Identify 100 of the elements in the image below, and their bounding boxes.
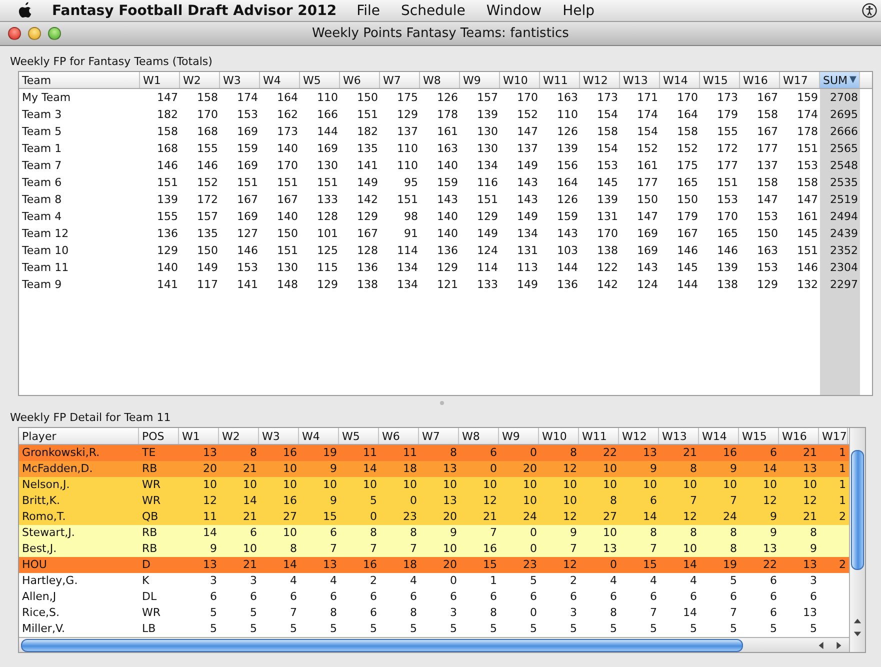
column-header[interactable]: W5 bbox=[300, 72, 340, 88]
table-cell-text: 169 bbox=[636, 243, 659, 259]
column-header[interactable]: W13 bbox=[620, 72, 660, 88]
column-header[interactable]: W4 bbox=[260, 72, 300, 88]
column-header[interactable]: W15 bbox=[739, 428, 779, 444]
table-cell-text: 129 bbox=[356, 209, 379, 225]
left-arrow-icon[interactable] bbox=[817, 640, 826, 650]
table-cell-text: 149 bbox=[516, 277, 539, 293]
table-cell-text: 8 bbox=[689, 525, 698, 541]
table-cell-text: 8 bbox=[369, 525, 378, 541]
column-header[interactable]: POS bbox=[139, 428, 179, 444]
column-header[interactable]: W6 bbox=[340, 72, 380, 88]
column-header[interactable]: W1 bbox=[140, 72, 180, 88]
table-cell-text: 14 bbox=[682, 605, 698, 621]
table-cell-text: 146 bbox=[716, 243, 739, 259]
table-cell-text: 15 bbox=[642, 557, 658, 573]
up-arrow-icon[interactable] bbox=[853, 617, 862, 626]
column-header[interactable]: W16 bbox=[740, 72, 780, 88]
column-header[interactable]: W7 bbox=[380, 72, 420, 88]
table-cell-text: 5 bbox=[209, 605, 218, 621]
table-cell-text: LB bbox=[141, 621, 157, 637]
apple-logo-icon[interactable] bbox=[18, 2, 33, 19]
table-cell-text: Team 9 bbox=[21, 277, 63, 293]
table-cell-text: 6 bbox=[769, 589, 778, 605]
column-header[interactable]: W11 bbox=[540, 72, 580, 88]
table-cell-text: 146 bbox=[236, 243, 259, 259]
column-header[interactable]: W16 bbox=[779, 428, 819, 444]
column-header[interactable]: W7 bbox=[419, 428, 459, 444]
column-header[interactable]: Player bbox=[19, 428, 139, 444]
table-cell-text: 16 bbox=[482, 541, 498, 557]
table-cell-text: 5 bbox=[249, 621, 258, 637]
table-cell-text: 146 bbox=[676, 243, 699, 259]
table-cell-text: 6 bbox=[249, 589, 258, 605]
table-cell-text: Britt,K. bbox=[21, 493, 61, 509]
accessibility-icon[interactable] bbox=[862, 3, 877, 18]
table-cell-text: 13 bbox=[202, 557, 218, 573]
column-header[interactable]: W3 bbox=[259, 428, 299, 444]
table-cell-text: 149 bbox=[516, 158, 539, 174]
column-header[interactable]: W17 bbox=[819, 428, 848, 444]
table-cell-text: 18 bbox=[402, 557, 418, 573]
table-cell-text: 11 bbox=[402, 445, 418, 461]
column-header[interactable]: W3 bbox=[220, 72, 260, 88]
column-header[interactable]: W9 bbox=[460, 72, 500, 88]
zoom-button[interactable] bbox=[48, 27, 61, 40]
table-cell-text: TE bbox=[141, 445, 157, 461]
table-cell-text: 5 bbox=[209, 621, 218, 637]
app-name-menu[interactable]: Fantasy Football Draft Advisor 2012 bbox=[52, 2, 337, 18]
table-cell-text: 153 bbox=[796, 158, 819, 174]
column-header[interactable]: W2 bbox=[219, 428, 259, 444]
column-header[interactable]: W10 bbox=[539, 428, 579, 444]
column-header[interactable]: SUM ▼ bbox=[820, 72, 860, 88]
table-cell-text: 10 bbox=[522, 477, 538, 493]
table-cell-text: 13 bbox=[802, 605, 818, 621]
menu-item[interactable]: Schedule bbox=[401, 2, 466, 18]
column-header[interactable]: W6 bbox=[379, 428, 419, 444]
table-cell-text: 143 bbox=[436, 192, 459, 208]
column-header[interactable]: W12 bbox=[619, 428, 659, 444]
menu-item[interactable]: File bbox=[356, 2, 380, 18]
minimize-button[interactable] bbox=[28, 27, 41, 40]
column-header[interactable]: W15 bbox=[700, 72, 740, 88]
column-header[interactable]: W8 bbox=[420, 72, 460, 88]
table-cell-text: 138 bbox=[716, 277, 739, 293]
column-header[interactable]: W2 bbox=[180, 72, 220, 88]
table-cell-text: 116 bbox=[476, 175, 499, 191]
column-header[interactable]: W5 bbox=[339, 428, 379, 444]
column-header[interactable]: W11 bbox=[579, 428, 619, 444]
right-arrow-icon[interactable] bbox=[834, 640, 843, 650]
table-cell-text: 10 bbox=[322, 477, 338, 493]
table-cell-text: 2 bbox=[838, 509, 847, 525]
table-cell-text: 130 bbox=[476, 141, 499, 157]
column-header[interactable]: W14 bbox=[699, 428, 739, 444]
vertical-scrollbar[interactable] bbox=[849, 428, 865, 652]
column-header[interactable]: W14 bbox=[660, 72, 700, 88]
menu-item[interactable]: Help bbox=[562, 2, 595, 18]
column-header[interactable]: W1 bbox=[179, 428, 219, 444]
table-cell-text: 177 bbox=[716, 158, 739, 174]
table-cell-text: 6 bbox=[489, 445, 498, 461]
table-cell-text: Team 5 bbox=[21, 124, 63, 140]
down-arrow-icon[interactable] bbox=[853, 629, 862, 638]
table-cell-text: 172 bbox=[196, 192, 219, 208]
column-header[interactable]: Team bbox=[19, 72, 140, 88]
panel-title: Weekly FP for Fantasy Teams (Totals) bbox=[10, 54, 214, 69]
horizontal-scrollbar[interactable] bbox=[19, 637, 849, 652]
close-button[interactable] bbox=[8, 27, 21, 40]
table-cell-text: 20 bbox=[442, 509, 458, 525]
table-cell-text: 135 bbox=[196, 226, 219, 242]
column-header[interactable]: W10 bbox=[500, 72, 540, 88]
column-header[interactable]: W13 bbox=[659, 428, 699, 444]
column-header[interactable]: W4 bbox=[299, 428, 339, 444]
table-cell-text: 150 bbox=[676, 192, 699, 208]
table-cell-text: 151 bbox=[476, 192, 499, 208]
table-cell-text: 8 bbox=[649, 525, 658, 541]
column-header[interactable]: W8 bbox=[459, 428, 499, 444]
table-cell-text: 122 bbox=[596, 260, 619, 276]
table-cell-text: 142 bbox=[356, 192, 379, 208]
column-header[interactable]: W9 bbox=[499, 428, 539, 444]
table-cell-text: 7 bbox=[649, 605, 658, 621]
column-header[interactable]: W12 bbox=[580, 72, 620, 88]
table-cell-text: 8 bbox=[729, 525, 738, 541]
menu-item[interactable]: Window bbox=[486, 2, 542, 18]
